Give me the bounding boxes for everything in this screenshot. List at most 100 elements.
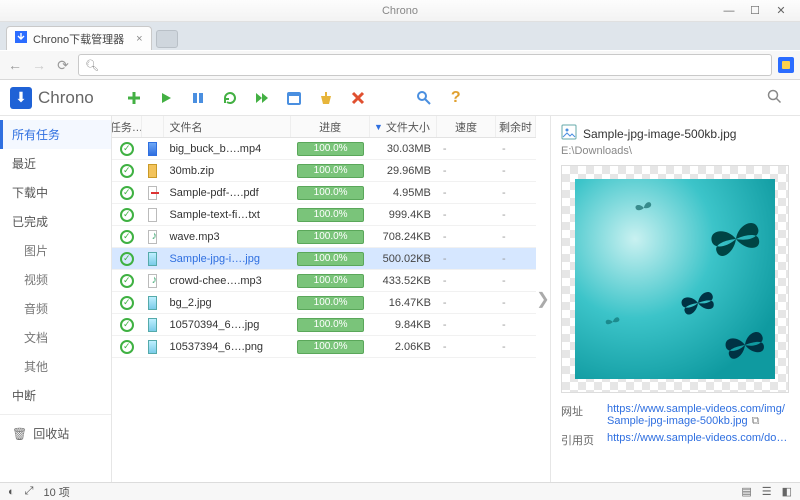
progress-cell: 100.0% (291, 208, 370, 222)
progress-bar: 100.0% (297, 142, 364, 156)
table-row[interactable]: ✓Sample-pdf-….pdf100.0%4.95MB-- (112, 182, 536, 204)
view-list-icon[interactable]: ▤ (741, 485, 751, 498)
table-row[interactable]: ✓10570394_6….jpg100.0%9.84KB-- (112, 314, 536, 336)
file-type-icon (148, 318, 158, 332)
copy-icon[interactable]: ⧉ (752, 415, 760, 427)
detail-title: Sample-jpg-image-500kb.jpg (561, 124, 790, 143)
col-speed[interactable]: 速度 (437, 116, 496, 137)
sidebar-item-recent[interactable]: 最近 (0, 149, 111, 178)
sidebar-item-all[interactable]: 所有任务 (0, 120, 111, 149)
status-complete-icon: ✓ (120, 208, 134, 222)
sidebar-item-interrupted[interactable]: 中断 (0, 381, 111, 410)
browser-toolbar: ← → ⟳ 🔍︎ (0, 50, 800, 80)
file-name-cell: Sample-text-fi…txt (163, 209, 291, 221)
sidebar-item-other[interactable]: 其他 (0, 352, 111, 381)
new-tab-button[interactable] (156, 30, 178, 48)
progress-bar: 100.0% (297, 296, 364, 310)
search-icon[interactable] (767, 89, 782, 107)
resume-all-button[interactable] (254, 90, 270, 106)
file-name-cell: bg_2.jpg (163, 297, 291, 309)
eta-cell: - (496, 341, 536, 353)
sidebar-item-audio[interactable]: 音频 (0, 294, 111, 323)
window-titlebar: Chrono — ☐ ✕ (0, 0, 800, 22)
status-complete-icon: ✓ (120, 230, 134, 244)
sidebar-item-image[interactable]: 图片 (0, 236, 111, 265)
app-logo: ⬇ Chrono (10, 87, 94, 109)
table-row[interactable]: ✓Sample-jpg-i….jpg100.0%500.02KB-- (112, 248, 536, 270)
table-row[interactable]: ✓Sample-text-fi…txt100.0%999.4KB-- (112, 204, 536, 226)
panel-divider[interactable]: ❯ (536, 116, 550, 482)
file-type-icon (148, 142, 158, 156)
refresh-button[interactable] (222, 90, 238, 106)
progress-bar: 100.0% (297, 340, 364, 354)
col-task[interactable]: 任务… (112, 116, 142, 137)
size-cell: 4.95MB (370, 187, 437, 199)
browser-tab[interactable]: Chrono下载管理器 × (6, 26, 152, 50)
sidebar-item-downloading[interactable]: 下载中 (0, 178, 111, 207)
col-icon[interactable] (142, 116, 164, 137)
status-cell: ✓ (112, 208, 142, 222)
meta-referrer-value[interactable]: https://www.sample-videos.com/downlo (607, 432, 790, 448)
help-button[interactable]: ? (448, 90, 464, 106)
col-size[interactable]: ▼文件大小 (370, 116, 437, 137)
sidebar-item-completed[interactable]: 已完成 (0, 207, 111, 236)
start-button[interactable] (158, 90, 174, 106)
col-eta[interactable]: 剩余时 (496, 116, 536, 137)
sidebar-item-video[interactable]: 视频 (0, 265, 111, 294)
table-row[interactable]: ✓30mb.zip100.0%29.96MB-- (112, 160, 536, 182)
speed-cell: - (437, 275, 496, 287)
table-row[interactable]: ✓crowd-chee….mp3100.0%433.52KB-- (112, 270, 536, 292)
add-button[interactable] (126, 90, 142, 106)
table-row[interactable]: ✓big_buck_b….mp4100.0%30.03MB-- (112, 138, 536, 160)
trash-icon: 🗑 (12, 427, 27, 441)
tab-close-icon[interactable]: × (136, 33, 142, 45)
forward-button[interactable]: → (30, 57, 48, 73)
toggle-detail-icon[interactable]: ◧ (782, 485, 792, 498)
detail-panel: Sample-jpg-image-500kb.jpg E:\Downloads\… (550, 116, 800, 482)
find-button[interactable] (416, 90, 432, 106)
eta-cell: - (496, 231, 536, 243)
pause-button[interactable] (190, 90, 206, 106)
activity-icon: ◐ (8, 486, 15, 498)
file-name-cell: big_buck_b….mp4 (163, 143, 291, 155)
thumbnail-image (575, 179, 775, 379)
file-icon-cell (142, 252, 164, 266)
sidebar-item-trash[interactable]: 🗑回收站 (0, 419, 111, 448)
file-type-icon (148, 208, 158, 222)
meta-url-value[interactable]: https://www.sample-videos.com/img/Sample… (607, 403, 790, 428)
status-complete-icon: ✓ (120, 318, 134, 332)
view-compact-icon[interactable]: ☰ (762, 485, 772, 498)
delete-button[interactable] (350, 90, 366, 106)
sidebar-item-document[interactable]: 文档 (0, 323, 111, 352)
eta-cell: - (496, 143, 536, 155)
sort-desc-icon: ▼ (374, 122, 383, 132)
progress-bar: 100.0% (297, 164, 364, 178)
schedule-button[interactable] (286, 90, 302, 106)
eta-cell: - (496, 297, 536, 309)
file-type-icon (148, 296, 158, 310)
window-close-button[interactable]: ✕ (768, 4, 794, 17)
file-icon-cell (142, 318, 164, 332)
table-row[interactable]: ✓wave.mp3100.0%708.24KB-- (112, 226, 536, 248)
file-icon-cell (142, 340, 164, 354)
url-input[interactable]: 🔍︎ (78, 54, 772, 76)
table-header: 任务… 文件名 进度 ▼文件大小 速度 剩余时 (112, 116, 536, 138)
file-icon-cell (142, 274, 164, 288)
reload-button[interactable]: ⟳ (54, 57, 72, 74)
clean-button[interactable] (318, 90, 334, 106)
file-icon-cell (142, 296, 164, 310)
col-name[interactable]: 文件名 (164, 116, 292, 137)
logo-icon: ⬇ (10, 87, 32, 109)
col-progress[interactable]: 进度 (291, 116, 370, 137)
table-row[interactable]: ✓10537394_6….png100.0%2.06KB-- (112, 336, 536, 358)
table-row[interactable]: ✓bg_2.jpg100.0%16.47KB-- (112, 292, 536, 314)
extension-badge-icon[interactable] (778, 57, 794, 73)
status-cell: ✓ (112, 274, 142, 288)
progress-bar: 100.0% (297, 186, 364, 200)
file-icon-cell (142, 164, 164, 178)
back-button[interactable]: ← (6, 57, 24, 73)
window-minimize-button[interactable]: — (716, 5, 742, 17)
expand-icon[interactable]: ⤢ (25, 485, 34, 498)
progress-cell: 100.0% (291, 230, 370, 244)
window-maximize-button[interactable]: ☐ (742, 4, 768, 17)
